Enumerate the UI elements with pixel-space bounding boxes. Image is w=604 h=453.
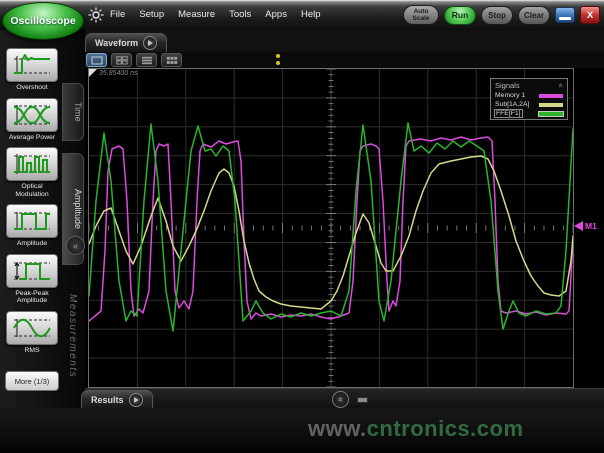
square-wave-icon (12, 208, 52, 234)
status-indicator-dots (276, 54, 280, 68)
optical-modulation-button[interactable] (6, 147, 58, 181)
measurements-panel-label: Measurements (67, 294, 78, 378)
expand-results-button[interactable]: « (332, 391, 349, 408)
chevron-up-icon: « (336, 397, 345, 402)
oscilloscope-app: File Setup Measure Tools Apps Help Auto … (0, 0, 604, 453)
layout-quad-button[interactable] (111, 53, 132, 67)
results-tab-menu-icon[interactable] (129, 393, 143, 407)
oscilloscope-logo: Oscilloscope (2, 2, 84, 40)
layout-rows-button[interactable] (136, 53, 157, 67)
overshoot-waveform-icon (12, 52, 52, 78)
legend-collapse-icon[interactable]: « (557, 83, 564, 87)
marker-m1[interactable]: M1 (574, 221, 597, 231)
sine-wave-icon (12, 315, 52, 341)
collapse-panel-button[interactable]: « (66, 236, 85, 255)
more-measurements-button[interactable]: More (1/3) (5, 371, 59, 391)
single-pane-icon (91, 56, 103, 65)
tab-results[interactable]: Results (81, 390, 153, 409)
menu-setup[interactable]: Setup (139, 9, 164, 20)
results-bar: Results « (85, 388, 604, 409)
waveform-display[interactable]: 35.85400 ns Signals « Memory 1 Sub[1A,2A… (88, 68, 574, 388)
peak-peak-arrow-icon (12, 258, 52, 284)
layout-single-button[interactable] (86, 53, 107, 67)
indicator-dot (276, 54, 280, 58)
measurement-item-rms: RMS (4, 311, 60, 355)
title-bar: File Setup Measure Tools Apps Help Auto … (0, 0, 604, 30)
timebase-position-label: 35.85400 ns (99, 70, 138, 77)
eye-crossing-icon (12, 102, 52, 128)
legend-row-ffe[interactable]: FFE[F1] (495, 110, 563, 117)
legend-row-memory1[interactable]: Memory 1 (495, 92, 563, 99)
marker-arrow-icon (574, 221, 583, 231)
rms-button[interactable] (6, 311, 58, 345)
waveform-tab-bar: Waveform (85, 30, 604, 52)
measurement-item-overshoot: Overshoot (4, 48, 60, 92)
pulse-train-icon (12, 151, 52, 177)
legend-title: Signals (495, 81, 520, 90)
run-button[interactable]: Run (444, 6, 476, 25)
ffe-color-swatch (539, 112, 563, 116)
amplitude-button[interactable] (6, 204, 58, 238)
peak-peak-button[interactable] (6, 254, 58, 288)
status-bar: DSA 200 mV/ 0 V CDR... 10.312500 Gb/s LB… (0, 408, 604, 453)
clear-button[interactable]: Clear (518, 6, 550, 25)
close-button[interactable]: X (580, 6, 600, 24)
measurement-item-peak-peak-amplitude: Peak-Peak Amplitude (4, 254, 60, 305)
tab-time[interactable]: Time (62, 83, 84, 141)
stacked-rows-icon (141, 56, 153, 65)
minimize-icon (559, 17, 571, 20)
menu-apps[interactable]: Apps (265, 9, 287, 20)
menu-file[interactable]: File (110, 9, 125, 20)
display-corner-marker (89, 69, 97, 77)
indicator-dot (276, 61, 280, 65)
quad-pane-icon (116, 56, 128, 65)
measurement-item-amplitude: Amplitude (4, 204, 60, 248)
menu-measure[interactable]: Measure (178, 9, 215, 20)
legend-row-sub[interactable]: Sub[1A,2A] (495, 101, 563, 108)
tab-waveform[interactable]: Waveform (85, 33, 167, 52)
average-power-button[interactable] (6, 98, 58, 132)
signals-legend[interactable]: Signals « Memory 1 Sub[1A,2A] FFE[F1] (490, 78, 568, 120)
measurement-item-average-power: Average Power (4, 98, 60, 142)
auto-scale-button[interactable]: Auto Scale (403, 5, 439, 25)
waveform-tab-menu-icon[interactable] (143, 36, 157, 50)
memory1-color-swatch (539, 94, 563, 98)
display-toolbar (85, 52, 604, 68)
system-menu-icon[interactable] (88, 7, 104, 28)
minimize-results-icon[interactable] (357, 397, 368, 403)
overshoot-button[interactable] (6, 48, 58, 82)
multi-grid-icon (166, 56, 178, 65)
layout-grid-button[interactable] (161, 53, 182, 67)
close-icon: X (587, 10, 593, 21)
measurements-panel: Overshoot Average Power (0, 30, 85, 453)
menu-tools[interactable]: Tools (229, 9, 251, 20)
stop-button[interactable]: Stop (481, 6, 513, 25)
menu-help[interactable]: Help (301, 9, 321, 20)
menu-bar: File Setup Measure Tools Apps Help (110, 9, 321, 20)
measurement-item-optical-modulation: Optical Modulation (4, 147, 60, 198)
sub-color-swatch (539, 103, 563, 107)
minimize-button[interactable] (555, 7, 575, 23)
